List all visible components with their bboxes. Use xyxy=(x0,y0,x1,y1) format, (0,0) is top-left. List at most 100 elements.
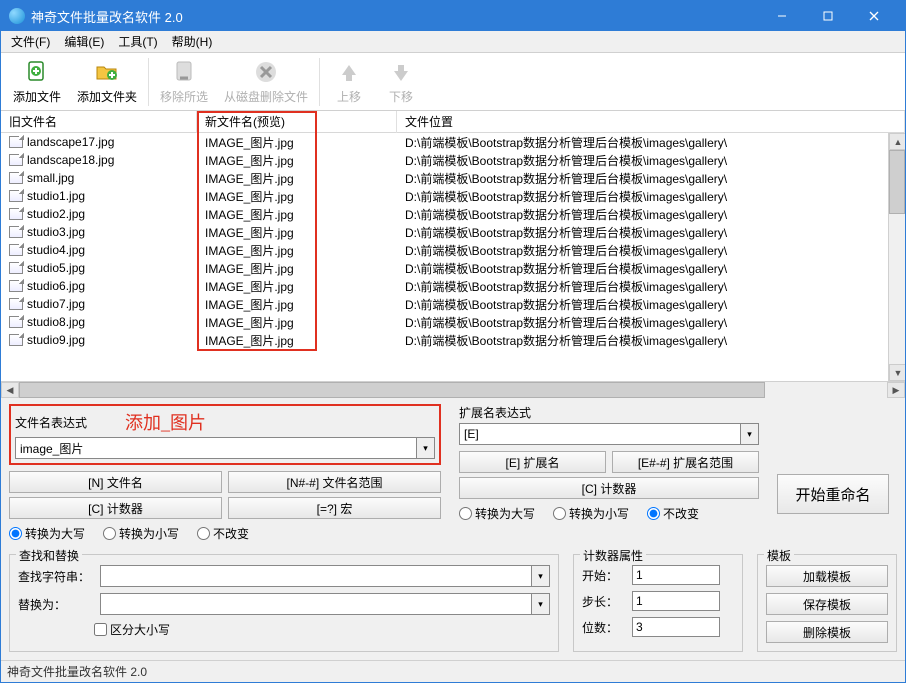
file-icon xyxy=(9,280,23,292)
add-file-button[interactable]: 添加文件 xyxy=(5,55,69,109)
hscroll-thumb[interactable] xyxy=(19,382,765,398)
move-down-button[interactable]: 下移 xyxy=(375,55,427,109)
counter-step-input[interactable] xyxy=(632,591,720,611)
load-template-button[interactable]: 加载模板 xyxy=(766,565,888,587)
file-icon xyxy=(9,136,23,148)
radio-lower-right[interactable]: 转换为小写 xyxy=(553,505,629,522)
cell-old-name: studio1.jpg xyxy=(1,188,197,204)
find-label: 查找字符串： xyxy=(18,568,94,585)
case-sensitive-check[interactable]: 区分大小写 xyxy=(94,621,170,638)
scroll-right-icon[interactable]: ▶ xyxy=(887,382,905,398)
delete-template-button[interactable]: 删除模板 xyxy=(766,621,888,643)
status-bar: 神奇文件批量改名软件 2.0 xyxy=(1,660,905,682)
app-icon xyxy=(9,8,25,24)
start-rename-button[interactable]: 开始重命名 xyxy=(777,474,889,514)
toolbar: 添加文件 添加文件夹 移除所选 从磁盘删除文件 上移 下移 xyxy=(1,53,905,111)
scroll-left-icon[interactable]: ◀ xyxy=(1,382,19,398)
radio-nochange-left[interactable]: 不改变 xyxy=(197,525,249,542)
scroll-down-icon[interactable]: ▼ xyxy=(889,364,905,381)
scrollbar-thumb[interactable] xyxy=(889,150,905,214)
filename-expr-label: 文件名表达式 xyxy=(15,414,87,431)
table-row[interactable]: studio8.jpgIMAGE_图片.jpgD:\前端模板\Bootstrap… xyxy=(1,313,905,331)
table-row[interactable]: landscape18.jpgIMAGE_图片.jpgD:\前端模板\Boots… xyxy=(1,151,905,169)
title-bar[interactable]: 神奇文件批量改名软件 2.0 xyxy=(1,1,905,31)
menu-edit[interactable]: 编辑(E) xyxy=(58,31,110,52)
table-row[interactable]: landscape17.jpgIMAGE_图片.jpgD:\前端模板\Boots… xyxy=(1,133,905,151)
cell-new-name: IMAGE_图片.jpg xyxy=(197,259,397,278)
find-dropdown[interactable]: ▾ xyxy=(532,565,550,587)
replace-label: 替换为： xyxy=(18,596,94,613)
cell-old-name: studio6.jpg xyxy=(1,278,197,294)
insert-counter2-button[interactable]: [C] 计数器 xyxy=(459,477,759,499)
file-icon xyxy=(9,262,23,274)
radio-upper-right[interactable]: 转换为大写 xyxy=(459,505,535,522)
close-button[interactable] xyxy=(851,1,897,31)
counter-digits-input[interactable] xyxy=(632,617,720,637)
table-header: 旧文件名 新文件名(预览) 文件位置 xyxy=(1,111,905,133)
radio-upper-left[interactable]: 转换为大写 xyxy=(9,525,85,542)
col-location[interactable]: 文件位置 xyxy=(397,111,905,133)
find-input[interactable] xyxy=(100,565,532,587)
delete-from-disk-button[interactable]: 从磁盘删除文件 xyxy=(216,55,316,109)
cell-new-name: IMAGE_图片.jpg xyxy=(197,241,397,260)
table-row[interactable]: small.jpgIMAGE_图片.jpgD:\前端模板\Bootstrap数据… xyxy=(1,169,905,187)
cell-old-name: studio7.jpg xyxy=(1,296,197,312)
table-row[interactable]: studio7.jpgIMAGE_图片.jpgD:\前端模板\Bootstrap… xyxy=(1,295,905,313)
remove-icon xyxy=(170,58,198,86)
replace-dropdown[interactable]: ▾ xyxy=(532,593,550,615)
scroll-up-icon[interactable]: ▲ xyxy=(889,133,905,150)
content-area: 旧文件名 新文件名(预览) 文件位置 landscape17.jpgIMAGE_… xyxy=(1,111,905,660)
insert-e-ext-button[interactable]: [E] 扩展名 xyxy=(459,451,606,473)
table-row[interactable]: studio5.jpgIMAGE_图片.jpgD:\前端模板\Bootstrap… xyxy=(1,259,905,277)
maximize-button[interactable] xyxy=(805,1,851,31)
table-row[interactable]: studio3.jpgIMAGE_图片.jpgD:\前端模板\Bootstrap… xyxy=(1,223,905,241)
insert-counter-button[interactable]: [C] 计数器 xyxy=(9,497,222,519)
filename-expr-input[interactable] xyxy=(15,437,417,459)
cell-location: D:\前端模板\Bootstrap数据分析管理后台模板\images\galle… xyxy=(397,241,905,260)
ext-expr-dropdown[interactable]: ▾ xyxy=(741,423,759,445)
insert-e-range-button[interactable]: [E#-#] 扩展名范围 xyxy=(612,451,759,473)
cell-old-name: studio3.jpg xyxy=(1,224,197,240)
file-table: 旧文件名 新文件名(预览) 文件位置 landscape17.jpgIMAGE_… xyxy=(1,111,905,381)
window-title: 神奇文件批量改名软件 2.0 xyxy=(31,7,759,26)
insert-n-name-button[interactable]: [N] 文件名 xyxy=(9,471,222,493)
cell-location: D:\前端模板\Bootstrap数据分析管理后台模板\images\galle… xyxy=(397,205,905,224)
cell-location: D:\前端模板\Bootstrap数据分析管理后台模板\images\galle… xyxy=(397,259,905,278)
file-icon xyxy=(9,316,23,328)
menu-file[interactable]: 文件(F) xyxy=(5,31,56,52)
remove-selected-button[interactable]: 移除所选 xyxy=(152,55,216,109)
radio-lower-left[interactable]: 转换为小写 xyxy=(103,525,179,542)
add-folder-icon xyxy=(93,58,121,86)
menu-help[interactable]: 帮助(H) xyxy=(166,31,219,52)
col-old-name[interactable]: 旧文件名 xyxy=(1,111,197,133)
col-new-name[interactable]: 新文件名(预览) xyxy=(197,111,397,133)
insert-n-range-button[interactable]: [N#-#] 文件名范围 xyxy=(228,471,441,493)
table-row[interactable]: studio6.jpgIMAGE_图片.jpgD:\前端模板\Bootstrap… xyxy=(1,277,905,295)
vertical-scrollbar[interactable]: ▲ ▼ xyxy=(888,133,905,381)
replace-input[interactable] xyxy=(100,593,532,615)
table-row[interactable]: studio1.jpgIMAGE_图片.jpgD:\前端模板\Bootstrap… xyxy=(1,187,905,205)
minimize-button[interactable] xyxy=(759,1,805,31)
table-body[interactable]: landscape17.jpgIMAGE_图片.jpgD:\前端模板\Boots… xyxy=(1,133,905,381)
ext-expr-label: 扩展名表达式 xyxy=(459,404,531,421)
save-template-button[interactable]: 保存模板 xyxy=(766,593,888,615)
counter-start-input[interactable] xyxy=(632,565,720,585)
move-up-button[interactable]: 上移 xyxy=(323,55,375,109)
app-window: 神奇文件批量改名软件 2.0 文件(F) 编辑(E) 工具(T) 帮助(H) 添… xyxy=(0,0,906,683)
table-row[interactable]: studio2.jpgIMAGE_图片.jpgD:\前端模板\Bootstrap… xyxy=(1,205,905,223)
cell-location: D:\前端模板\Bootstrap数据分析管理后台模板\images\galle… xyxy=(397,133,905,152)
table-row[interactable]: studio9.jpgIMAGE_图片.jpgD:\前端模板\Bootstrap… xyxy=(1,331,905,349)
menu-tool[interactable]: 工具(T) xyxy=(112,31,163,52)
ext-expr-input[interactable] xyxy=(459,423,741,445)
table-row[interactable]: studio4.jpgIMAGE_图片.jpgD:\前端模板\Bootstrap… xyxy=(1,241,905,259)
add-folder-button[interactable]: 添加文件夹 xyxy=(69,55,145,109)
radio-nochange-right[interactable]: 不改变 xyxy=(647,505,699,522)
filename-expr-dropdown[interactable]: ▾ xyxy=(417,437,435,459)
insert-macro-button[interactable]: [=?] 宏 xyxy=(228,497,441,519)
annotation-box-expression: 文件名表达式 添加_图片 ▾ xyxy=(9,404,441,465)
cell-new-name: IMAGE_图片.jpg xyxy=(197,295,397,314)
file-icon xyxy=(9,244,23,256)
horizontal-scrollbar[interactable]: ◀ ▶ xyxy=(1,381,905,398)
file-icon xyxy=(9,190,23,202)
delete-icon xyxy=(252,58,280,86)
